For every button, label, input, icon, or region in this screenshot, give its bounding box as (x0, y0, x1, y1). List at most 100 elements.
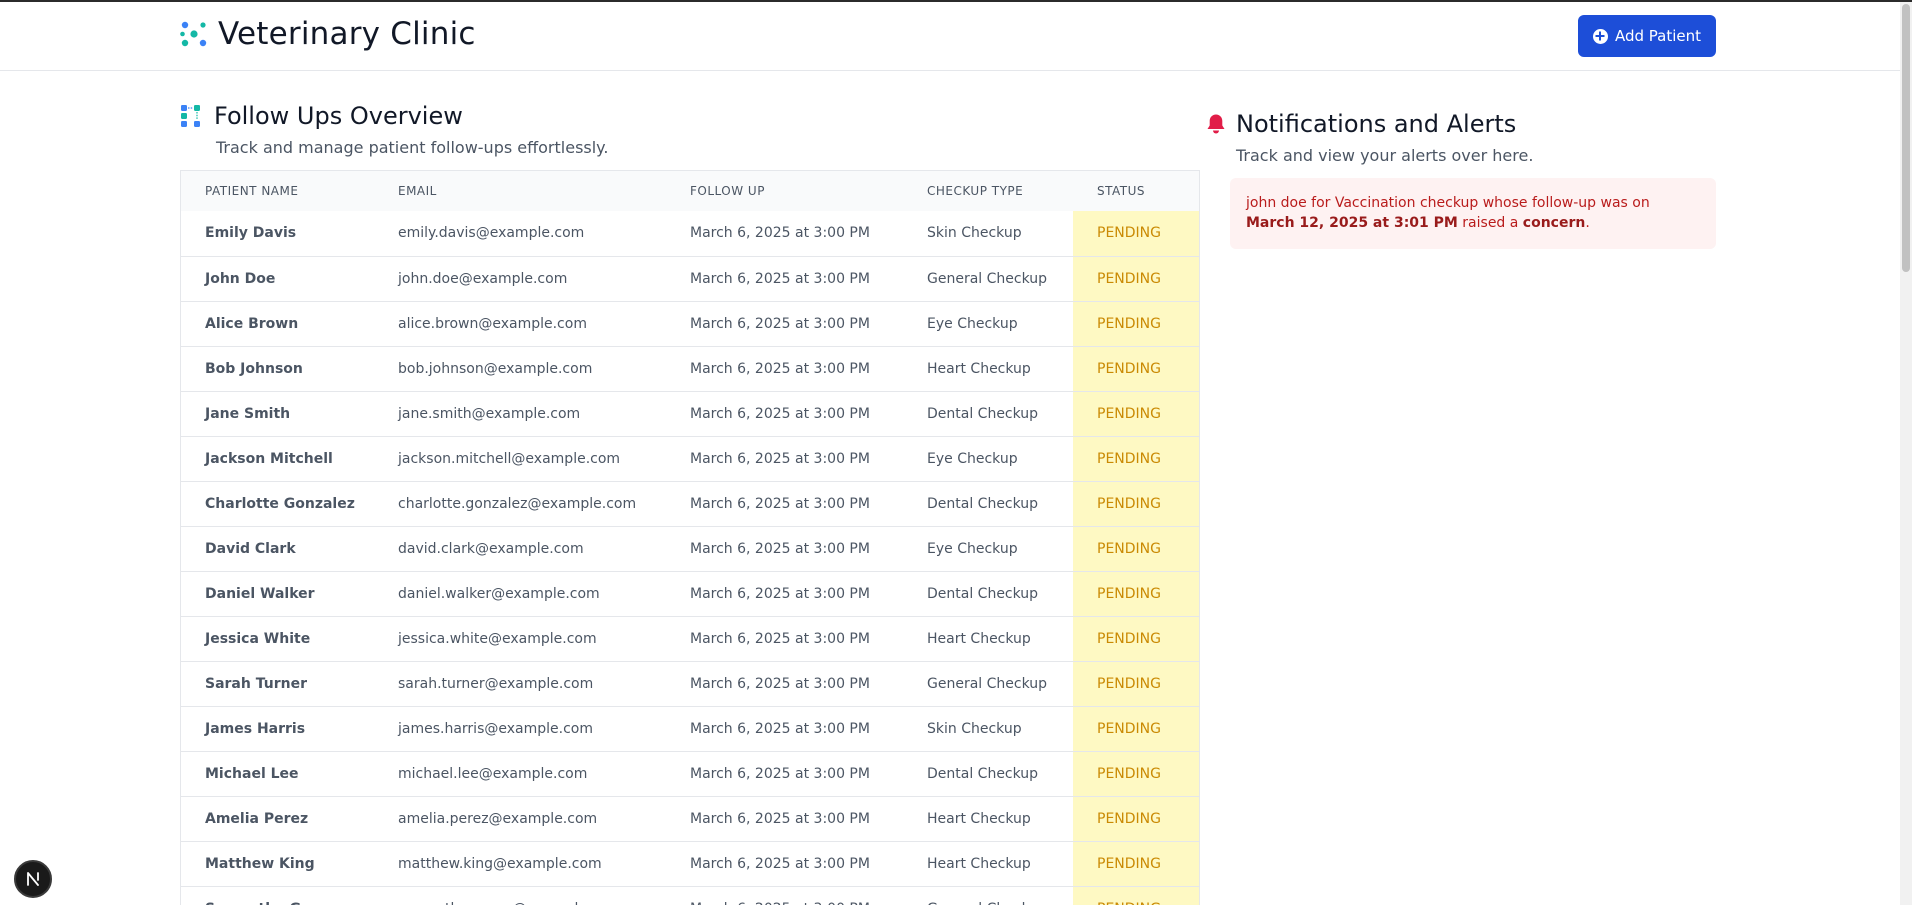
patient-name-cell: Charlotte Gonzalez (205, 495, 355, 512)
status-badge: PENDING (1073, 706, 1199, 751)
follow-up-cell: March 6, 2025 at 3:00 PM (690, 315, 870, 332)
followups-subtitle: Track and manage patient follow-ups effo… (216, 138, 609, 157)
status-badge: PENDING (1073, 211, 1199, 256)
column-header-checkup-type: CHECKUP TYPE (927, 184, 1024, 198)
patient-name-cell: Jane Smith (205, 405, 291, 422)
email-cell: jackson.mitchell@example.com (398, 450, 621, 467)
follow-up-cell: March 6, 2025 at 3:00 PM (690, 540, 870, 557)
follow-up-cell: March 6, 2025 at 3:00 PM (690, 360, 870, 377)
alert-keyword: concern (1522, 215, 1586, 231)
followups-header: Follow Ups Overview Track and manage pat… (180, 102, 608, 157)
status-badge: PENDING (1073, 301, 1199, 346)
app-root: Veterinary Clinic Add Patient Follow Ups… (0, 0, 1912, 905)
status-badge: PENDING (1073, 571, 1199, 616)
column-header-email: EMAIL (398, 184, 437, 198)
checkup-type-cell: General Checkup (927, 270, 1048, 287)
email-cell: jane.smith@example.com (398, 405, 581, 422)
email-cell: jessica.white@example.com (398, 630, 597, 647)
table-row[interactable]: Alice Brown alice.brown@example.com March … (181, 301, 1199, 346)
alert-item[interactable]: john doe for Vaccination checkup whose f… (1230, 178, 1716, 249)
checkup-type-cell: Heart Checkup (927, 360, 1031, 377)
table-row[interactable]: Jane Smith jane.smith@example.com March 6,… (181, 391, 1199, 436)
alert-text-prefix: john doe for Vaccination checkup whose f… (1246, 195, 1650, 211)
table-row[interactable]: James Harris james.harris@example.com Marc… (181, 706, 1199, 751)
page-scrollbar[interactable] (1900, 2, 1912, 905)
checkup-type-cell: Dental Checkup (927, 495, 1039, 512)
email-cell: john.doe@example.com (398, 270, 568, 287)
follow-up-cell: March 6, 2025 at 3:00 PM (690, 585, 870, 602)
table-row[interactable]: Matthew King matthew.king@example.com Marc… (181, 841, 1199, 886)
add-patient-label: Add Patient (1614, 27, 1702, 45)
patient-name-cell: Matthew King (205, 855, 315, 872)
patient-name-cell: Jackson Mitchell (205, 450, 333, 467)
follow-up-cell: March 6, 2025 at 3:00 PM (690, 765, 870, 782)
follow-up-cell: March 6, 2025 at 3:00 PM (690, 720, 870, 737)
checkup-type-cell: Heart Checkup (927, 810, 1031, 827)
alert-text-suffix: . (1585, 215, 1590, 231)
status-badge: PENDING (1073, 481, 1199, 526)
app-title: Veterinary Clinic (218, 16, 476, 52)
alert-date: March 12, 2025 at 3:01 PM (1246, 215, 1458, 231)
table-row[interactable]: Daniel Walker daniel.walker@example.com Ma… (181, 571, 1199, 616)
table-row[interactable]: Jessica White jessica.white@example.com Ma… (181, 616, 1199, 661)
status-badge: PENDING (1073, 796, 1199, 841)
notifications-header: Notifications and Alerts Track and view … (1206, 110, 1533, 165)
patient-name-cell: John Doe (205, 270, 276, 287)
status-badge: PENDING (1073, 436, 1199, 481)
followups-title: Follow Ups Overview (214, 102, 463, 130)
email-cell: david.clark@example.com (398, 540, 584, 557)
notifications-title: Notifications and Alerts (1236, 110, 1517, 138)
follow-up-cell: March 6, 2025 at 3:00 PM (690, 855, 870, 872)
table-row[interactable]: Michael Lee michael.lee@example.com March … (181, 751, 1199, 796)
column-header-status: STATUS (1097, 184, 1146, 198)
table-header-row: PATIENT NAME EMAIL FOLLOW UP CHECKUP TYP… (181, 171, 1199, 211)
patient-name-cell: Emily Davis (205, 225, 297, 242)
status-badge: PENDING (1073, 526, 1199, 571)
status-badge: PENDING (1073, 661, 1199, 706)
patient-name-cell: Samantha Green (181, 886, 374, 905)
column-header-patient-name: PATIENT NAME (205, 184, 299, 198)
email-cell: emily.davis@example.com (398, 225, 585, 242)
follow-up-cell: March 6, 2025 at 3:00 PM (690, 810, 870, 827)
email-cell: samantha.green@example.com (374, 886, 666, 905)
status-badge: PENDING (1073, 616, 1199, 661)
column-header-follow-up: FOLLOW UP (690, 184, 765, 198)
table-row[interactable]: Amelia Perez amelia.perez@example.com Marc… (181, 796, 1199, 841)
bell-icon (1207, 114, 1225, 134)
nextjs-badge[interactable] (14, 860, 52, 898)
brand[interactable]: Veterinary Clinic (180, 16, 476, 52)
table-row[interactable]: Jackson Mitchell jackson.mitchell@example… (181, 436, 1199, 481)
table-row[interactable]: Charlotte Gonzalez charlotte.gonzalez@exa… (181, 481, 1199, 526)
email-cell: alice.brown@example.com (398, 315, 587, 332)
checkup-type-cell: General Checkup (903, 886, 1073, 905)
follow-up-cell: March 6, 2025 at 3:00 PM (690, 405, 870, 422)
top-header: Veterinary Clinic Add Patient (0, 2, 1900, 71)
status-badge: PENDING (1073, 751, 1199, 796)
table-row[interactable]: Bob Johnson bob.johnson@example.com March … (181, 346, 1199, 391)
followups-table: PATIENT NAME EMAIL FOLLOW UP CHECKUP TYP… (180, 170, 1200, 905)
follow-up-cell: March 6, 2025 at 3:00 PM (666, 886, 903, 905)
molecule-icon (180, 21, 207, 47)
email-cell: sarah.turner@example.com (398, 675, 594, 692)
table-row[interactable]: John Doe john.doe@example.com March 6, 202… (181, 256, 1199, 301)
checkup-type-cell: Dental Checkup (927, 585, 1039, 602)
table-row[interactable]: Sarah Turner sarah.turner@example.com Marc… (181, 661, 1199, 706)
status-badge: PENDING (1073, 841, 1199, 886)
email-cell: charlotte.gonzalez@example.com (398, 495, 637, 512)
status-badge: PENDING (1073, 391, 1199, 436)
follow-up-cell: March 6, 2025 at 3:00 PM (690, 675, 870, 692)
checkup-type-cell: Eye Checkup (927, 450, 1018, 467)
table-row[interactable]: David Clark david.clark@example.com March … (181, 526, 1199, 571)
table-row[interactable]: Samantha Greensamantha.green@example.com… (181, 886, 1199, 905)
status-badge: PENDING (1073, 346, 1199, 391)
plus-circle-icon (1592, 28, 1608, 44)
table-row[interactable]: Emily Davis emily.davis@example.com March … (181, 211, 1199, 256)
checkup-type-cell: Heart Checkup (927, 855, 1031, 872)
alert-text-middle: raised a (1457, 215, 1523, 231)
notifications-subtitle: Track and view your alerts over here. (1236, 146, 1534, 165)
add-patient-button[interactable]: Add Patient (1578, 15, 1716, 57)
email-cell: amelia.perez@example.com (398, 810, 598, 827)
email-cell: matthew.king@example.com (398, 855, 602, 872)
scrollbar-thumb[interactable] (1902, 4, 1910, 272)
follow-up-cell: March 6, 2025 at 3:00 PM (690, 630, 870, 647)
